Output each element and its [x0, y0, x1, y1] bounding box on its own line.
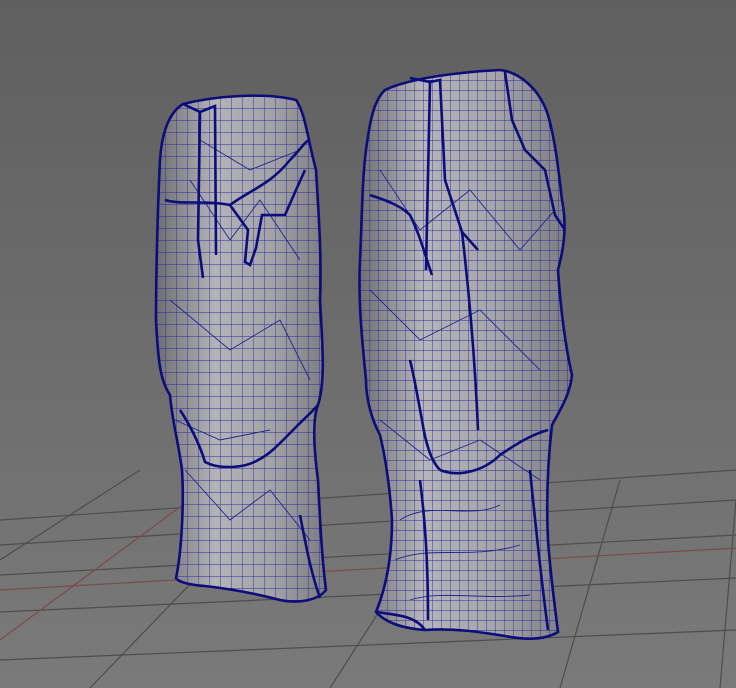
viewport-canvas[interactable]: [0, 0, 736, 688]
3d-viewport[interactable]: [0, 0, 736, 688]
